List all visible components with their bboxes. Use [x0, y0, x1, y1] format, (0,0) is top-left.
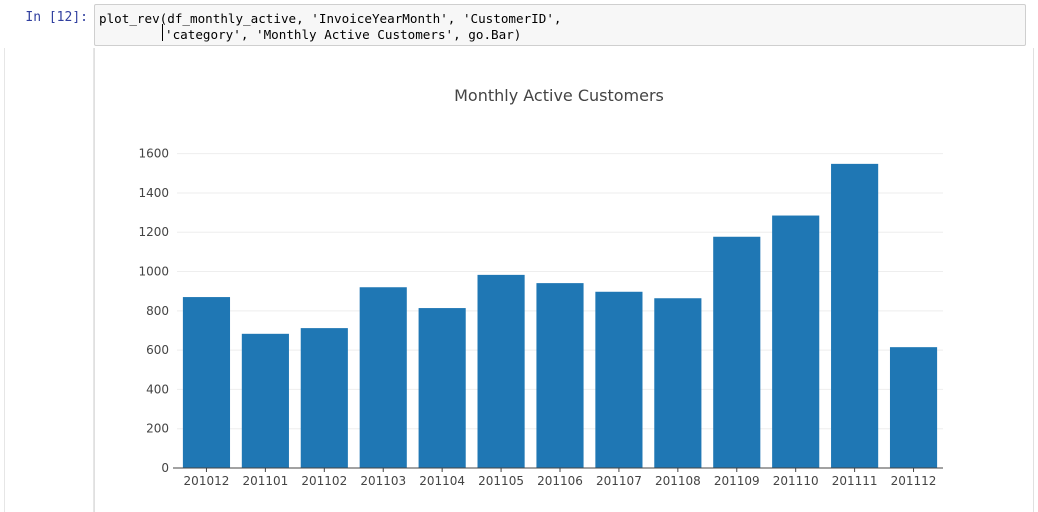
bar-201110[interactable]: [772, 215, 820, 468]
bar-201111[interactable]: [831, 163, 879, 468]
x-tick-label: 201108: [655, 474, 701, 488]
x-tick-label: 201102: [301, 474, 347, 488]
y-tick-label: 1000: [138, 265, 169, 279]
y-tick-label: 1200: [138, 225, 169, 239]
notebook: In [12]: plot_rev(df_monthly_active, 'In…: [0, 0, 1038, 512]
y-tick-label: 200: [146, 422, 169, 436]
bar-201104[interactable]: [418, 308, 466, 468]
y-tick-label: 0: [161, 461, 169, 475]
chart-title: Monthly Active Customers: [454, 86, 664, 105]
y-tick-label: 1400: [138, 186, 169, 200]
text-cursor: [162, 24, 163, 41]
bar-201108[interactable]: [654, 298, 702, 468]
x-tick-label: 201106: [537, 474, 583, 488]
code-line-1[interactable]: plot_rev(df_monthly_active, 'InvoiceYear…: [99, 11, 562, 27]
bar-201109[interactable]: [713, 236, 761, 468]
bars: [182, 163, 938, 468]
bar-201106[interactable]: [536, 283, 584, 468]
output-area: Monthly Active Customers 0 200 400 600 800 10…: [94, 48, 1034, 512]
x-tick-label: 201103: [360, 474, 406, 488]
x-tick-label: 201104: [419, 474, 465, 488]
x-tick-labels: 201012 201101 201102 201103 201104 201105 2011…: [184, 474, 937, 488]
y-tick-label: 400: [146, 382, 169, 396]
code-input-area[interactable]: plot_rev(df_monthly_active, 'InvoiceYear…: [94, 4, 1026, 46]
y-tick-label: 1600: [138, 147, 169, 161]
bar-201012[interactable]: [182, 297, 231, 468]
output-prompt-gutter: [4, 48, 94, 512]
x-tick-label: 201101: [242, 474, 288, 488]
bar-201103[interactable]: [359, 287, 407, 468]
bar-201101[interactable]: [241, 333, 289, 468]
x-tick-label: 201109: [714, 474, 760, 488]
bar-201107[interactable]: [595, 291, 643, 468]
bar-201105[interactable]: [477, 274, 525, 468]
y-tick-label: 800: [146, 304, 169, 318]
code-line-2[interactable]: 'category', 'Monthly Active Customers', …: [165, 27, 521, 43]
axes: [173, 467, 943, 472]
x-tick-label: 201105: [478, 474, 524, 488]
x-tick-label: 201111: [832, 474, 878, 488]
y-tick-labels: 0 200 400 600 800 1000 1200 1400 1600: [138, 147, 169, 475]
cell-prompt: In [12]:: [25, 10, 88, 25]
bar-chart: Monthly Active Customers 0 200 400 600 800 10…: [138, 86, 943, 488]
bar-201102[interactable]: [300, 328, 348, 468]
bar-201112[interactable]: [889, 347, 938, 468]
x-tick-label: 201012: [184, 474, 230, 488]
x-tick-label: 201112: [891, 474, 937, 488]
x-tick-label: 201107: [596, 474, 642, 488]
x-tick-label: 201110: [773, 474, 819, 488]
y-tick-label: 600: [146, 343, 169, 357]
